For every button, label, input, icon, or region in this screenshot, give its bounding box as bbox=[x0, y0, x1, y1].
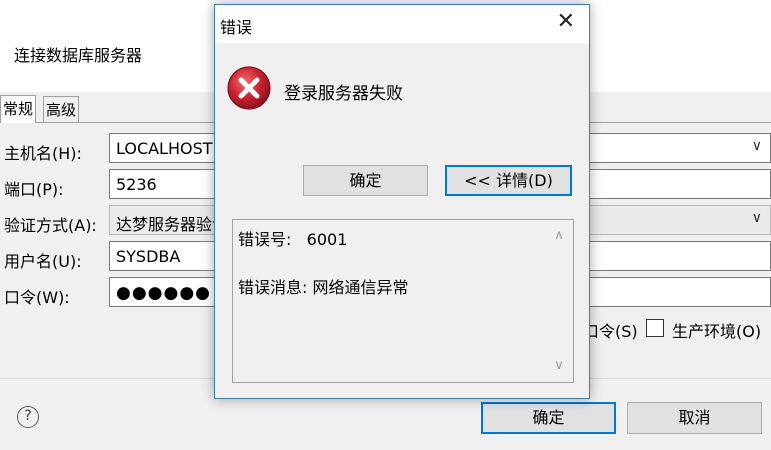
error-dialog-title: 错误 bbox=[220, 18, 253, 37]
error-icon bbox=[227, 66, 271, 110]
user-value: SYSDBA bbox=[116, 247, 181, 266]
scroll-down-icon[interactable]: ∨ bbox=[545, 358, 573, 373]
chevron-down-icon[interactable]: ∨ bbox=[752, 210, 762, 226]
error-code-label: 错误号: bbox=[238, 230, 292, 249]
error-message: 登录服务器失败 bbox=[284, 84, 403, 104]
tab-advanced[interactable]: 高级 bbox=[43, 96, 80, 122]
save-password-label[interactable]: 口令(S) bbox=[583, 318, 638, 342]
password-label: 口令(W): bbox=[4, 288, 70, 307]
port-label: 端口(P): bbox=[4, 180, 64, 199]
user-label: 用户名(U): bbox=[4, 252, 82, 271]
tab-general[interactable]: 常规 bbox=[0, 95, 37, 123]
host-value: LOCALHOST bbox=[116, 139, 213, 158]
error-dialog: 错误 ✕ 登录服务器失败 确定 << 详情(D) 错误号: 6001 错误消息:… bbox=[214, 4, 590, 399]
password-value: ●●●●●● bbox=[116, 283, 212, 303]
error-code-value: 6001 bbox=[306, 230, 348, 249]
cancel-button[interactable]: 取消 bbox=[627, 402, 762, 434]
chevron-down-icon[interactable]: ∨ bbox=[752, 138, 762, 154]
host-label: 主机名(H): bbox=[4, 144, 82, 163]
scroll-up-icon[interactable]: ∧ bbox=[545, 228, 573, 243]
modal-ok-button[interactable]: 确定 bbox=[303, 165, 428, 196]
close-icon[interactable]: ✕ bbox=[557, 9, 575, 34]
production-env-label[interactable]: 生产环境(O) bbox=[672, 318, 761, 342]
ok-button[interactable]: 确定 bbox=[481, 402, 616, 434]
details-scrollbar[interactable]: ∧ ∨ bbox=[545, 220, 573, 382]
auth-value: 达梦服务器验证 bbox=[116, 215, 229, 234]
error-detail-message: 错误消息: 网络通信异常 bbox=[238, 278, 409, 297]
auth-label: 验证方式(A): bbox=[4, 216, 97, 235]
error-code-line: 错误号: 6001 bbox=[238, 226, 347, 250]
help-icon[interactable]: ? bbox=[17, 406, 39, 428]
dialog-title: 连接数据库服务器 bbox=[14, 46, 143, 65]
details-toggle-button[interactable]: << 详情(D) bbox=[445, 165, 572, 196]
port-value: 5236 bbox=[116, 175, 157, 194]
production-env-checkbox[interactable] bbox=[646, 319, 664, 337]
error-details-box[interactable]: 错误号: 6001 错误消息: 网络通信异常 ∧ ∨ bbox=[232, 219, 574, 383]
error-dialog-titlebar: 错误 ✕ bbox=[215, 5, 589, 43]
